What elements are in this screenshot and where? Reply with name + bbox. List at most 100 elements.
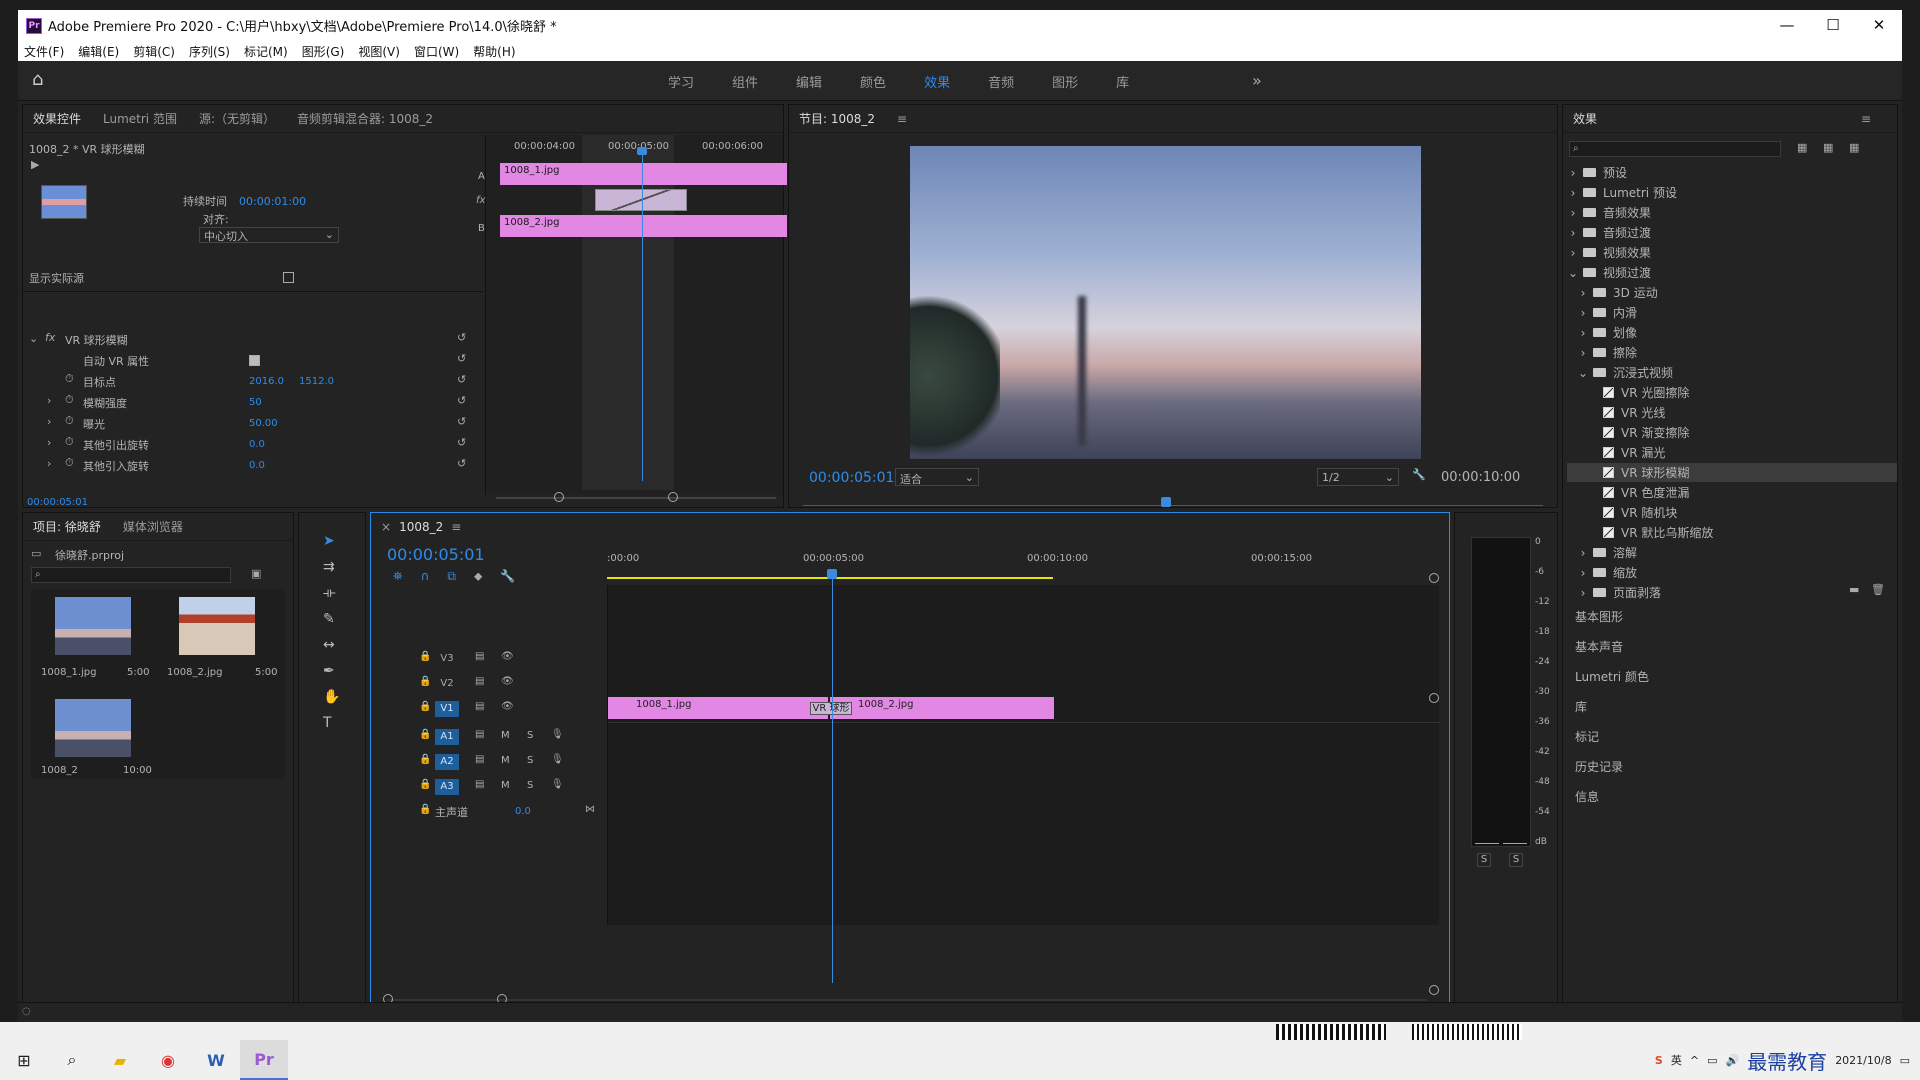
ec-clip-a[interactable]: 1008_1.jpg [500,163,787,185]
workspace-editing[interactable]: 编辑 [796,72,822,91]
sync-lock-icon[interactable]: ▤ [475,676,484,687]
chevron-down-icon[interactable]: ⌄ [1577,366,1589,380]
fit-dropdown[interactable]: 适合 ⌄ [895,468,979,486]
menu-icon[interactable]: ≡ [1861,112,1871,126]
show-source-checkbox[interactable] [283,272,294,283]
effects-tree-item[interactable]: VR 漏光 [1567,443,1897,462]
chevron-right-icon[interactable]: › [1567,206,1579,220]
eye-icon[interactable]: 👁 [501,651,514,662]
ec-clip-b[interactable]: 1008_2.jpg [500,215,787,237]
program-scrub-bar[interactable] [803,505,1543,506]
blur-strength-value[interactable]: 50 [249,397,262,408]
timeline-tab[interactable]: 1008_2 [399,520,443,534]
timeline-horizontal-scrollbar[interactable] [387,999,1427,1001]
lock-icon[interactable]: 🔒 [419,701,431,712]
tab-source[interactable]: 源:（无剪辑） [199,110,275,127]
chevron-right-icon[interactable]: › [1577,546,1589,560]
menu-graphics[interactable]: 图形(G) [302,43,345,60]
yuv-effects-icon[interactable]: ▦ [1849,141,1859,154]
ime-language[interactable]: 英 [1671,1052,1682,1068]
menu-icon[interactable]: ≡ [451,520,461,534]
premiere-taskbar-icon[interactable]: Pr [240,1040,288,1080]
panel-essential-graphics[interactable]: 基本图形 [1575,608,1623,625]
maximize-button[interactable]: ☐ [1810,10,1856,41]
expand-icon[interactable]: › [47,436,51,449]
type-tool-icon[interactable]: T [323,715,340,731]
scroll-handle[interactable] [668,492,678,502]
workspace-graphics[interactable]: 图形 [1052,72,1078,91]
thumbnail-1008_2[interactable] [179,597,255,655]
mute-button[interactable]: M [501,780,510,791]
menu-clip[interactable]: 剪辑(C) [133,43,175,60]
reset-icon[interactable]: ↺ [457,457,466,470]
chevron-right-icon[interactable]: › [1577,306,1589,320]
workspace-libraries[interactable]: 库 [1116,72,1129,91]
menu-icon[interactable]: ≡ [897,112,907,126]
thumbnail-1008_1[interactable] [55,597,131,655]
menu-edit[interactable]: 编辑(E) [78,43,119,60]
track-label[interactable]: V2 [435,676,459,692]
effects-tree-item[interactable]: › 音频过渡 [1567,223,1897,242]
effects-panel-title[interactable]: 效果 [1573,110,1597,127]
track-label[interactable]: A3 [435,779,459,795]
master-value[interactable]: 0.0 [515,806,531,817]
tab-effect-controls[interactable]: 效果控件 [33,110,81,127]
track-label[interactable]: V3 [435,651,459,667]
chevron-right-icon[interactable]: › [1567,226,1579,240]
timeline-ruler[interactable]: :00:00 00:00:05:00 00:00:10:00 00:00:15:… [607,553,1439,581]
chevron-right-icon[interactable]: › [1567,166,1579,180]
menu-view[interactable]: 视图(V) [358,43,400,60]
target-point-x[interactable]: 2016.0 [249,376,284,387]
lock-icon[interactable]: 🔒 [419,651,431,662]
reset-icon[interactable]: ↺ [457,373,466,386]
mute-button[interactable]: M [501,755,510,766]
workspace-color[interactable]: 颜色 [860,72,886,91]
effects-tree-item[interactable]: › Lumetri 预设 [1567,183,1897,202]
microphone-icon[interactable]: 🎙 [551,754,564,765]
track-label[interactable]: V1 [435,701,459,717]
lock-icon[interactable]: 🔒 [419,729,431,740]
stopwatch-icon[interactable]: ⏱ [65,435,74,449]
thumbnail-sequence[interactable] [55,699,131,757]
chevron-right-icon[interactable]: › [1577,586,1589,600]
timeline-timecode[interactable]: 00:00:05:01 [387,545,485,564]
chevron-right-icon[interactable]: › [1567,246,1579,260]
effects-tree-item[interactable]: VR 随机块 [1567,503,1897,522]
play-transition-icon[interactable]: ▶ [31,158,39,171]
delete-icon[interactable]: 🗑 [1871,583,1885,596]
timeline-clip-2[interactable]: 1008_2.jpg [830,697,1054,719]
ec-transition-block[interactable] [595,189,687,211]
lock-icon[interactable]: 🔒 [419,779,431,790]
tab-project[interactable]: 项目: 徐晓舒 [33,518,101,535]
track-label[interactable]: A1 [435,729,459,745]
meter-solo-left[interactable]: S [1477,853,1491,867]
linked-selection-icon[interactable]: ⧉ [447,569,456,584]
microphone-icon[interactable]: 🎙 [551,729,564,740]
timeline-vertical-scroll-audio[interactable] [1429,693,1439,703]
ripple-edit-tool-icon[interactable]: ⟛ [323,585,340,601]
mute-button[interactable]: M [501,730,510,741]
effects-tree-item[interactable]: › 缩放 [1567,563,1897,582]
home-icon[interactable]: ⌂ [32,71,52,89]
stopwatch-icon[interactable]: ⏱ [65,414,74,428]
effects-tree-item[interactable]: › 页面剥落 [1567,583,1897,602]
timeline-vertical-scroll-audio-end[interactable] [1429,985,1439,995]
timeline-clip-1[interactable]: 1008_1.jpg [608,697,828,719]
timeline-playhead[interactable] [832,573,833,983]
panel-markers[interactable]: 标记 [1575,728,1599,745]
new-folder-icon[interactable]: ▬ [1849,583,1859,596]
sogou-ime-icon[interactable]: S [1655,1054,1663,1067]
chevron-right-icon[interactable]: › [1577,326,1589,340]
sync-lock-icon[interactable]: ▤ [475,701,484,712]
razor-tool-icon[interactable]: ✎ [323,611,340,627]
effects-tree-item[interactable]: › 视频效果 [1567,243,1897,262]
effects-tree-item[interactable]: VR 球形模糊 [1567,463,1897,482]
eye-icon[interactable]: 👁 [501,701,514,712]
timeline-transition[interactable]: VR 球形 [810,702,852,715]
effects-tree-item[interactable]: VR 色度泄漏 [1567,483,1897,502]
menu-sequence[interactable]: 序列(S) [189,43,230,60]
close-button[interactable]: ✕ [1856,10,1902,41]
effects-tree-item[interactable]: VR 光圈擦除 [1567,383,1897,402]
add-marker-icon[interactable]: ⬥ [474,569,482,584]
clock-date[interactable]: 2021/10/8 [1835,1054,1891,1067]
